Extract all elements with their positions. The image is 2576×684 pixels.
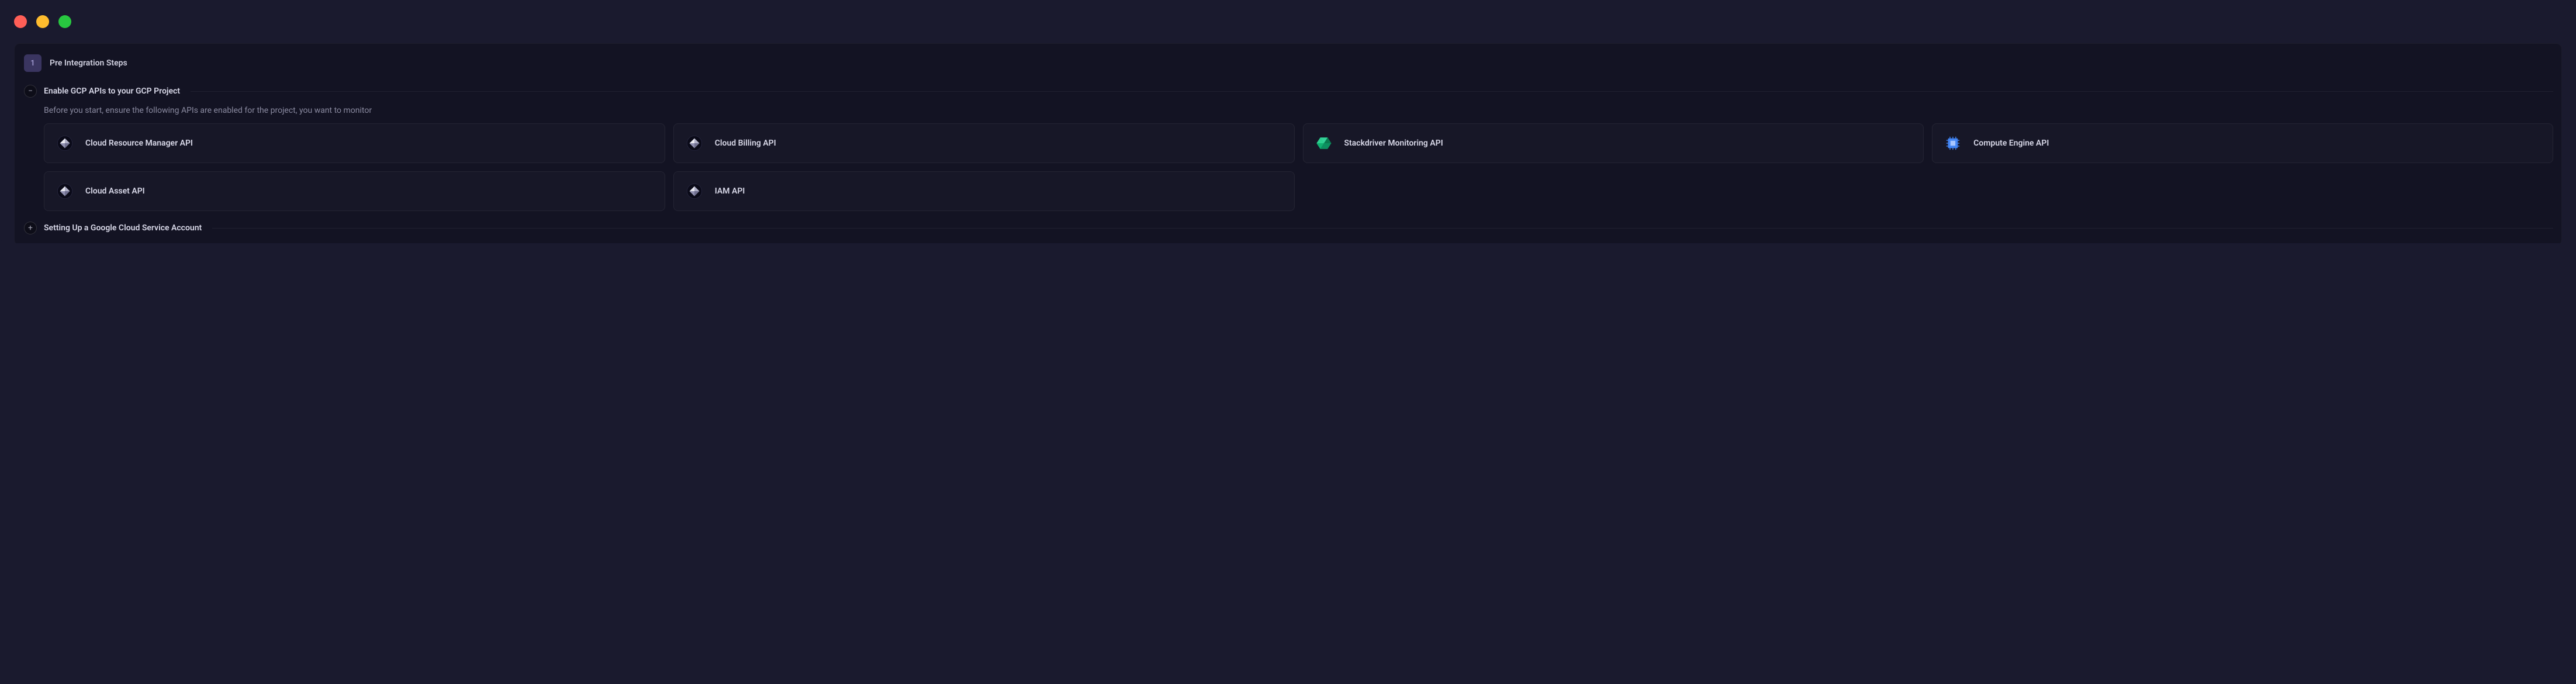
section-service-account-title: Setting Up a Google Cloud Service Accoun… [44, 223, 202, 233]
section-divider [212, 228, 2553, 229]
diamond-icon [684, 133, 704, 153]
maximize-window-button[interactable] [58, 15, 71, 28]
api-card-cloud-resource-manager[interactable]: Cloud Resource Manager API [44, 123, 665, 163]
api-card-cloud-billing[interactable]: Cloud Billing API [673, 123, 1295, 163]
step-number-badge: 1 [24, 54, 42, 72]
compute-engine-icon [1943, 133, 1963, 153]
section-divider [191, 91, 2553, 92]
section-enable-apis-header: − Enable GCP APIs to your GCP Project [23, 85, 2553, 98]
expand-section-button[interactable]: + [24, 222, 37, 234]
collapse-section-button[interactable]: − [24, 85, 37, 98]
api-label: Cloud Billing API [715, 139, 776, 148]
step-header: 1 Pre Integration Steps [23, 54, 2553, 72]
close-window-button[interactable] [14, 15, 27, 28]
window-controls [0, 0, 2576, 39]
diamond-icon [55, 133, 75, 153]
stackdriver-icon [1314, 133, 1334, 153]
api-label: Cloud Resource Manager API [85, 139, 193, 148]
section-enable-apis-title: Enable GCP APIs to your GCP Project [44, 87, 180, 96]
api-card-iam[interactable]: IAM API [673, 171, 1295, 211]
section-service-account-header: + Setting Up a Google Cloud Service Acco… [23, 222, 2553, 234]
api-label: Stackdriver Monitoring API [1344, 139, 1443, 148]
diamond-icon [684, 181, 704, 201]
step-title: Pre Integration Steps [50, 58, 127, 68]
diamond-icon [55, 181, 75, 201]
section-enable-apis-description: Before you start, ensure the following A… [44, 106, 2553, 115]
integration-steps-panel: 1 Pre Integration Steps − Enable GCP API… [14, 43, 2562, 243]
api-card-stackdriver-monitoring[interactable]: Stackdriver Monitoring API [1303, 123, 1924, 163]
api-card-compute-engine[interactable]: Compute Engine API [1932, 123, 2553, 163]
api-label: Cloud Asset API [85, 186, 145, 196]
app-window: 1 Pre Integration Steps − Enable GCP API… [0, 0, 2576, 243]
minimize-window-button[interactable] [36, 15, 49, 28]
api-cards-grid: Cloud Resource Manager API Cloud Billing… [44, 123, 2553, 211]
api-card-cloud-asset[interactable]: Cloud Asset API [44, 171, 665, 211]
api-label: IAM API [715, 186, 745, 196]
api-label: Compute Engine API [1973, 139, 2049, 148]
